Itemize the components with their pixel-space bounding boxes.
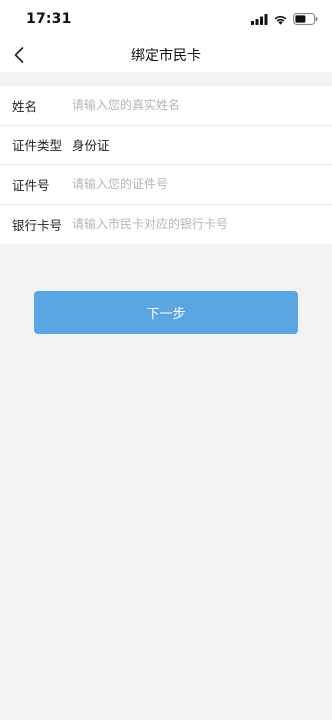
bank-card-row: 银行卡号 — [0, 204, 332, 244]
status-time: 17:31 — [26, 11, 72, 27]
id-type-value[interactable]: 身份证 — [72, 135, 110, 154]
battery-icon — [293, 13, 318, 25]
id-type-label: 证件类型 — [12, 138, 63, 154]
id-type-row[interactable]: 证件类型 身份证 — [0, 126, 332, 165]
bind-card-form: 姓名 证件类型 身份证 证件号 银行卡号 — [0, 86, 332, 244]
nav-bar: 绑定市民卡 — [0, 38, 332, 72]
page-title: 绑定市民卡 — [131, 48, 201, 64]
id-number-input[interactable] — [72, 165, 320, 204]
name-label: 姓名 — [12, 98, 38, 114]
cellular-signal-icon — [251, 13, 268, 25]
id-number-row: 证件号 — [0, 165, 332, 205]
name-row: 姓名 — [0, 86, 332, 126]
bank-card-label: 银行卡号 — [12, 217, 63, 233]
name-input[interactable] — [72, 86, 320, 125]
next-step-button[interactable]: 下一步 — [34, 291, 298, 334]
status-bar: 17:31 — [0, 0, 332, 38]
bank-card-input[interactable] — [72, 204, 320, 244]
id-number-label: 证件号 — [12, 177, 50, 193]
wifi-icon — [274, 15, 287, 25]
status-icons — [251, 13, 318, 25]
